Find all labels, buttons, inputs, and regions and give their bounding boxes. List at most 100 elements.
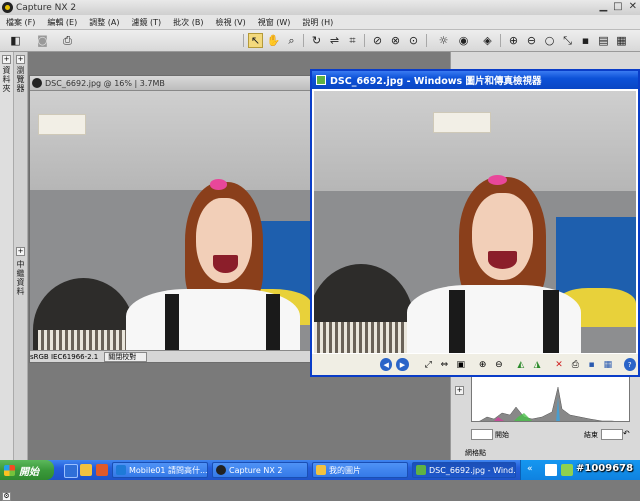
- viewer-photo[interactable]: [314, 91, 636, 353]
- media-icon[interactable]: [96, 464, 108, 476]
- zoom-tool-icon[interactable]: ⌕: [284, 33, 299, 48]
- retouch-brush-icon[interactable]: ⊙: [406, 33, 421, 48]
- color-profile-label: sRGB IEC61966-2.1: [30, 352, 99, 361]
- gradient-icon[interactable]: ▤: [596, 33, 611, 48]
- tray-arrow-icon[interactable]: «: [527, 464, 533, 474]
- tab-folders[interactable]: 資料夾: [2, 66, 11, 93]
- start-button[interactable]: 開始: [0, 460, 54, 480]
- start-label: 開始: [495, 431, 509, 439]
- rotate-counterclockwise-icon[interactable]: ◮: [531, 358, 543, 371]
- left-panel-strip-2: + 瀏覽器 + 中繼資料: [14, 52, 28, 460]
- left-panel-strip: + 資料夾 ⚙: [0, 52, 14, 501]
- save-icon[interactable]: ▪: [585, 358, 597, 371]
- nikon-logo-icon: [32, 78, 42, 88]
- eye-icon[interactable]: ◉: [456, 33, 471, 48]
- menu-view[interactable]: 檢視 (V): [209, 17, 251, 28]
- folder-icon[interactable]: [80, 464, 92, 476]
- expand-icon[interactable]: +: [2, 55, 11, 64]
- end-value-field[interactable]: [601, 429, 623, 440]
- print-icon[interactable]: ⎙: [60, 33, 75, 48]
- taskbar: 開始 Mobile01 請問高什... Capture NX 2 我的圖片 DS…: [0, 460, 640, 480]
- camera-icon[interactable]: ◙: [35, 33, 50, 48]
- zoom-out-icon[interactable]: ⊖: [493, 358, 505, 371]
- menu-help[interactable]: 說明 (H): [296, 17, 339, 28]
- app-titlebar: Capture NX 2 ▁ □ ✕: [0, 0, 640, 16]
- menu-window[interactable]: 視窗 (W): [252, 17, 297, 28]
- nikon-logo-icon: [216, 465, 226, 475]
- menu-edit[interactable]: 編輯 (E): [41, 17, 83, 28]
- tab-browser[interactable]: 瀏覽器: [16, 66, 25, 93]
- black-control-point-icon[interactable]: ⊖: [524, 33, 539, 48]
- rotate-icon[interactable]: ↻: [309, 33, 324, 48]
- menu-adjust[interactable]: 調整 (A): [83, 17, 125, 28]
- previous-image-icon[interactable]: ◀: [380, 358, 393, 371]
- menu-file[interactable]: 檔案 (F): [0, 17, 41, 28]
- slideshow-icon[interactable]: ▣: [455, 358, 467, 371]
- maximize-icon[interactable]: □: [613, 1, 622, 12]
- image-window-statusbar: sRGB IEC61966-2.1 關閉校對: [30, 350, 311, 362]
- watermark-id: #1009678: [576, 463, 634, 474]
- end-label: 結束: [584, 431, 598, 439]
- image-window-header[interactable]: DSC_6692.jpg @ 16% | 3.7MB: [30, 76, 311, 91]
- edit-icon[interactable]: ▦: [602, 358, 614, 371]
- ie-icon: [116, 465, 126, 475]
- reset-icon[interactable]: ↶: [623, 429, 630, 438]
- grid-panel-label[interactable]: 網格點: [465, 448, 486, 458]
- menu-filter[interactable]: 濾鏡 (T): [126, 17, 168, 28]
- browser-toggle-icon[interactable]: ◧: [8, 33, 23, 48]
- windows-flag-icon: [4, 464, 15, 476]
- white-control-point-icon[interactable]: ○: [542, 33, 557, 48]
- app-title: Capture NX 2: [16, 2, 77, 13]
- viewer-title: DSC_6692.jpg - Windows 圖片和傳真檢視器: [330, 76, 542, 87]
- image-window: DSC_6692.jpg @ 16% | 3.7MB sRGB IEC61966…: [29, 75, 312, 363]
- expand-icon[interactable]: +: [16, 55, 25, 64]
- image-window-title: DSC_6692.jpg @ 16% | 3.7MB: [45, 78, 165, 88]
- expand-icon[interactable]: +: [16, 247, 25, 256]
- zoom-in-icon[interactable]: ⊕: [477, 358, 489, 371]
- menu-batch[interactable]: 批次 (B): [167, 17, 209, 28]
- help-icon[interactable]: ?: [623, 358, 636, 371]
- crop-icon[interactable]: ⌗: [345, 33, 360, 48]
- print-icon[interactable]: ⎙: [569, 358, 581, 371]
- delete-icon[interactable]: ✕: [553, 358, 565, 371]
- rotate-clockwise-icon[interactable]: ◭: [515, 358, 527, 371]
- viewer-titlebar[interactable]: DSC_6692.jpg - Windows 圖片和傳真檢視器: [312, 71, 638, 89]
- folder-icon: [316, 465, 326, 475]
- brightness-icon[interactable]: ☼: [436, 33, 451, 48]
- close-icon[interactable]: ✕: [629, 1, 637, 12]
- security-icon[interactable]: [545, 464, 557, 476]
- viewer-app-icon: [316, 75, 326, 85]
- selection-brush-icon[interactable]: ▪: [578, 33, 593, 48]
- minimize-icon[interactable]: ▁: [599, 1, 607, 12]
- red-eye-icon[interactable]: ⊘: [370, 33, 385, 48]
- best-fit-icon[interactable]: ⤢: [422, 358, 434, 371]
- viewer-toolbar: ◀ ▶ ⤢ ⇔ ▣ ⊕ ⊖ ◭ ◮ ✕ ⎙ ▪ ▦ ?: [312, 354, 638, 375]
- viewer-app-icon: [416, 465, 426, 475]
- color-control-point-icon[interactable]: ⊕: [506, 33, 521, 48]
- soft-proof-select[interactable]: 關閉校對: [104, 351, 148, 362]
- start-value-field[interactable]: [471, 429, 493, 440]
- tag-icon[interactable]: ◈: [480, 33, 495, 48]
- start-label: 開始: [19, 466, 39, 478]
- taskbar-item-capture-nx[interactable]: Capture NX 2: [212, 462, 308, 478]
- picture-viewer-window: DSC_6692.jpg - Windows 圖片和傳真檢視器 ◀ ▶ ⤢ ⇔ …: [310, 69, 640, 377]
- network-icon[interactable]: [561, 464, 573, 476]
- taskbar-item-my-pictures[interactable]: 我的圖片: [312, 462, 408, 478]
- hand-tool-icon[interactable]: ✋: [266, 33, 281, 48]
- taskbar-item-mobile01[interactable]: Mobile01 請問高什...: [112, 462, 208, 478]
- expand-icon[interactable]: +: [455, 386, 464, 395]
- straighten-icon[interactable]: ⇌: [327, 33, 342, 48]
- auto-retouch-brush-icon[interactable]: ⊗: [388, 33, 403, 48]
- lasso-icon[interactable]: ⤡: [560, 33, 575, 48]
- ie-icon[interactable]: [64, 464, 78, 478]
- direct-select-tool-icon[interactable]: ↖: [248, 33, 263, 48]
- fill-icon[interactable]: ▦: [614, 33, 629, 48]
- next-image-icon[interactable]: ▶: [396, 358, 409, 371]
- tab-metadata[interactable]: 中繼資料: [16, 260, 25, 296]
- menu-bar: 檔案 (F) 編輯 (E) 調整 (A) 濾鏡 (T) 批次 (B) 檢視 (V…: [0, 15, 640, 30]
- photo-canvas[interactable]: [30, 91, 311, 351]
- actual-size-icon[interactable]: ⇔: [438, 358, 450, 371]
- settings-gear-icon[interactable]: ⚙: [2, 492, 11, 501]
- histogram[interactable]: [471, 376, 630, 422]
- taskbar-item-picture-viewer[interactable]: DSC_6692.jpg - Wind...: [412, 462, 516, 478]
